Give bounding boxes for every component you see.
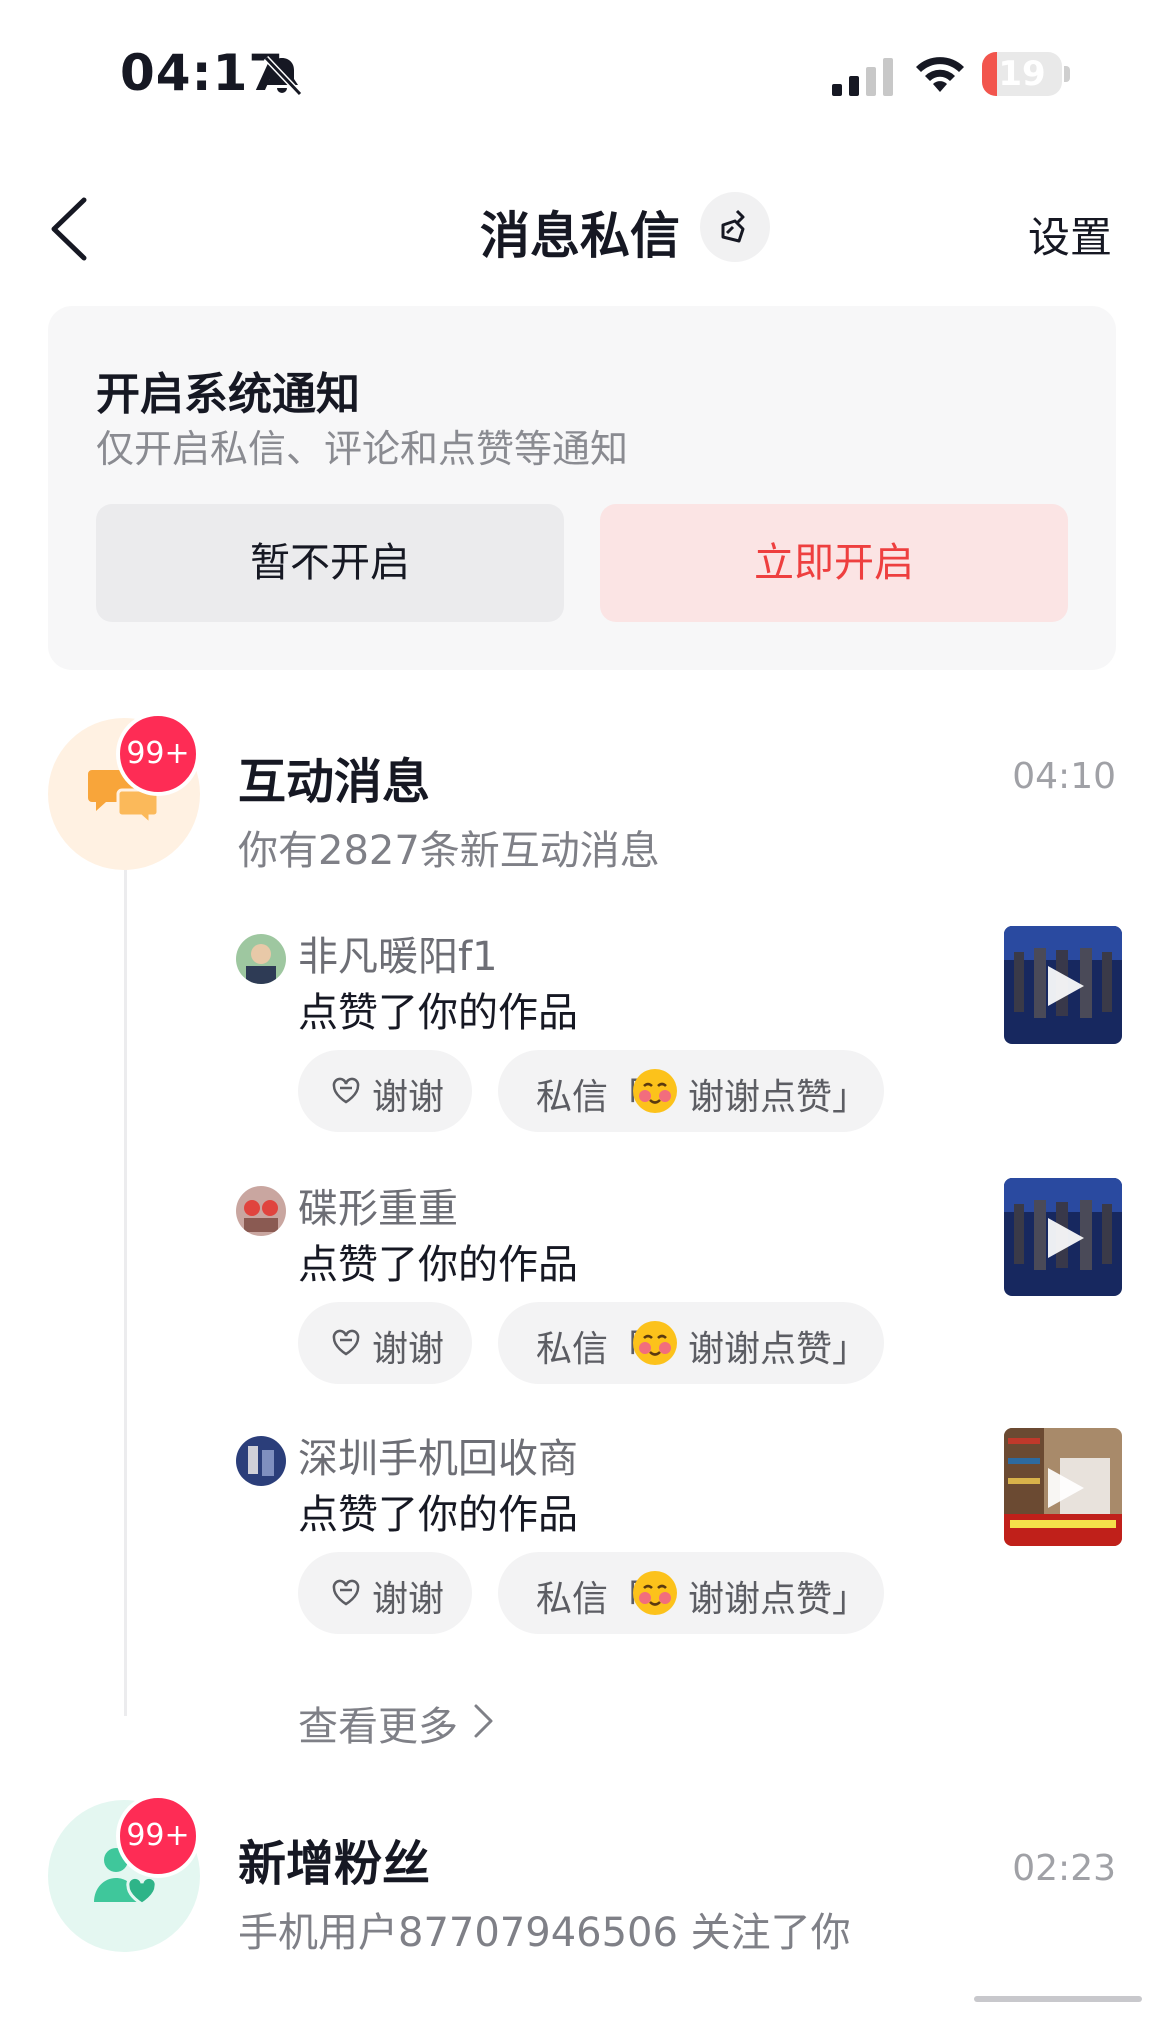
thanks-button[interactable]: 谢谢	[298, 1302, 472, 1384]
username[interactable]: 非凡暖阳f1	[298, 924, 498, 982]
blush-emoji-icon	[633, 1069, 677, 1113]
video-thumbnail[interactable]	[1004, 1178, 1122, 1296]
see-more-link[interactable]: 查看更多	[298, 1694, 458, 1752]
action-text: 点赞了你的作品	[298, 1492, 578, 1538]
chevron-right-icon[interactable]	[472, 1702, 496, 1740]
thanks-label: 谢谢	[372, 1329, 445, 1370]
dm-text: 谢谢点赞」	[688, 1329, 869, 1370]
dm-prefix: 私信「	[536, 1329, 645, 1370]
wifi-icon	[916, 57, 964, 92]
avatar[interactable]	[236, 1436, 286, 1486]
avatar[interactable]	[236, 934, 286, 984]
system-notification-card: 开启系统通知 仅开启私信、评论和点赞等通知 暂不开启 立即开启	[48, 306, 1116, 670]
new-fans-desc: 手机用户87707946506 关注了你	[238, 1910, 851, 1956]
interaction-messages-desc: 你有2827条新互动消息	[238, 828, 660, 874]
list-item: 深圳手机回收商 点赞了你的作品 谢谢 私信「 谢谢点赞」	[0, 1426, 1176, 1646]
thanks-button[interactable]: 谢谢	[298, 1050, 472, 1132]
dm-thanks-button[interactable]: 私信「 谢谢点赞」	[498, 1050, 884, 1132]
dm-prefix: 私信「	[536, 1077, 645, 1118]
notify-card-subtitle: 仅开启私信、评论和点赞等通知	[96, 427, 629, 471]
settings-button[interactable]: 设置	[1028, 204, 1112, 265]
thanks-label: 谢谢	[372, 1579, 445, 1620]
dm-thanks-button[interactable]: 私信「 谢谢点赞」	[498, 1552, 884, 1634]
back-arrow-icon[interactable]	[44, 194, 94, 264]
enable-now-button[interactable]: 立即开启	[600, 504, 1068, 622]
list-item: 碟形重重 点赞了你的作品 谢谢 私信「 谢谢点赞」	[0, 1176, 1176, 1396]
new-fans-title[interactable]: 新增粉丝	[238, 1824, 430, 1894]
unread-badge: 99+	[116, 712, 200, 796]
clear-unread-button[interactable]	[700, 192, 770, 262]
heart-hand-icon	[332, 1579, 360, 1606]
new-fans-time: 02:23	[1012, 1848, 1116, 1889]
play-icon	[1048, 1468, 1084, 1508]
username[interactable]: 碟形重重	[298, 1176, 458, 1234]
thanks-button[interactable]: 谢谢	[298, 1552, 472, 1634]
battery-percent: 19	[998, 54, 1046, 94]
username[interactable]: 深圳手机回收商	[298, 1426, 578, 1484]
blush-emoji-icon	[633, 1321, 677, 1365]
page-title: 消息私信	[480, 207, 680, 265]
action-text: 点赞了你的作品	[298, 1242, 578, 1288]
video-thumbnail[interactable]	[1004, 926, 1122, 1044]
bell-muted-icon	[263, 55, 303, 97]
cellular-signal-icon	[832, 58, 893, 96]
home-indicator	[974, 1996, 1142, 2002]
dm-text: 谢谢点赞」	[688, 1077, 869, 1118]
blush-emoji-icon	[633, 1571, 677, 1615]
action-text: 点赞了你的作品	[298, 990, 578, 1036]
notify-card-title: 开启系统通知	[96, 369, 360, 420]
heart-hand-icon	[332, 1329, 360, 1356]
battery-tip	[1064, 66, 1070, 82]
not-now-button[interactable]: 暂不开启	[96, 504, 564, 622]
dm-text: 谢谢点赞」	[688, 1579, 869, 1620]
video-thumbnail[interactable]	[1004, 1428, 1122, 1546]
dm-thanks-button[interactable]: 私信「 谢谢点赞」	[498, 1302, 884, 1384]
interaction-messages-time: 04:10	[1012, 756, 1116, 797]
battery-indicator: 19	[982, 52, 1062, 96]
avatar[interactable]	[236, 1186, 286, 1236]
thanks-label: 谢谢	[372, 1077, 445, 1118]
play-icon	[1048, 1218, 1084, 1258]
broom-icon	[721, 209, 745, 243]
list-item: 非凡暖阳f1 点赞了你的作品 谢谢 私信「 谢谢点赞」	[0, 924, 1176, 1144]
dm-prefix: 私信「	[536, 1579, 645, 1620]
play-icon	[1048, 966, 1084, 1006]
heart-hand-icon	[332, 1077, 360, 1104]
interaction-messages-title[interactable]: 互动消息	[238, 742, 430, 812]
unread-badge: 99+	[116, 1794, 200, 1878]
